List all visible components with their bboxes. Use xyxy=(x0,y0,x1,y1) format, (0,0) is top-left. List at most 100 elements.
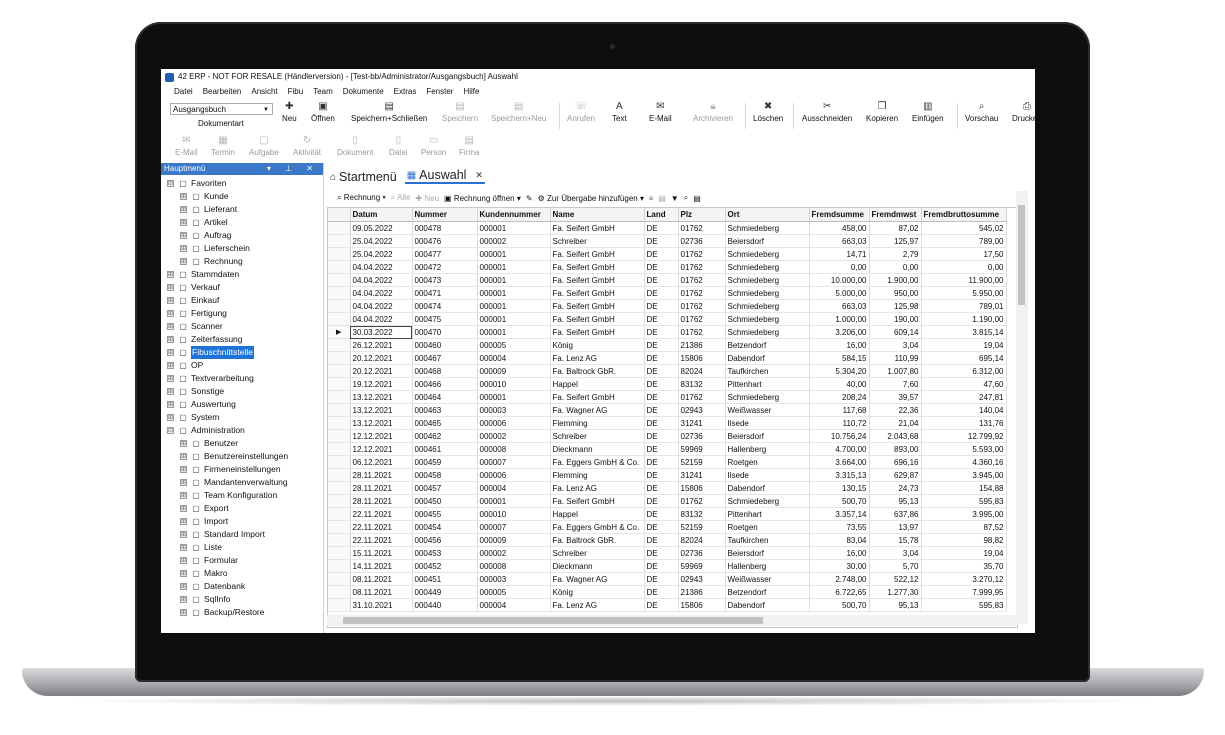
table-cell[interactable]: Fa. Seifert GmbH xyxy=(550,247,645,261)
row-indicator[interactable] xyxy=(328,585,351,599)
table-cell[interactable]: DE xyxy=(644,221,679,235)
table-cell[interactable]: Schmiedeberg xyxy=(725,299,810,313)
table-cell[interactable]: 2,79 xyxy=(869,247,922,261)
table-cell[interactable]: 0,00 xyxy=(921,260,1007,274)
expander-icon[interactable]: ⊞ xyxy=(167,323,174,330)
table-cell[interactable]: DE xyxy=(644,351,679,365)
table-cell[interactable]: 6.312,00 xyxy=(921,364,1007,378)
table-row[interactable]: 25.04.2022 000476 000002 Schreiber DE 02736 Be… xyxy=(328,234,1007,248)
table-row[interactable]: 20.12.2021 000467 000004 Fa. Lenz AG DE 15806… xyxy=(328,351,1007,365)
create-person-button[interactable]: ▭ Person xyxy=(421,135,446,157)
expander-icon[interactable]: ⊞ xyxy=(180,232,187,239)
table-cell[interactable]: 000452 xyxy=(412,559,478,573)
table-cell[interactable]: DE xyxy=(644,455,679,469)
row-indicator[interactable] xyxy=(328,481,351,495)
horizontal-scrollbar[interactable] xyxy=(327,615,1016,626)
table-cell[interactable]: 98,82 xyxy=(921,533,1007,547)
tree-item[interactable]: ⊞ ▢ Auftrag xyxy=(180,229,231,242)
table-cell[interactable]: 000440 xyxy=(412,598,478,612)
table-cell[interactable]: 000451 xyxy=(412,572,478,586)
layout-icon[interactable]: ▤ xyxy=(693,194,701,203)
table-cell[interactable]: Schmiedeberg xyxy=(725,286,810,300)
table-cell[interactable]: DE xyxy=(644,481,679,495)
menu-datei[interactable]: Datei xyxy=(169,85,198,99)
table-cell[interactable]: 5,70 xyxy=(869,559,922,573)
table-cell[interactable]: Schreiber xyxy=(550,546,645,560)
table-cell[interactable]: Fa. Seifert GmbH xyxy=(550,494,645,508)
tree-item[interactable]: ⊞ ▢ Zeiterfassung xyxy=(167,333,243,346)
table-cell[interactable]: 28.11.2021 xyxy=(350,468,413,482)
table-row[interactable]: 22.11.2021 000455 000010 Happel DE 83132 Pitte… xyxy=(328,507,1007,521)
table-cell[interactable]: 000008 xyxy=(477,559,551,573)
tab-auswahl[interactable]: ▦ Auswahl ✕ xyxy=(404,168,485,184)
row-indicator[interactable] xyxy=(328,442,351,456)
row-indicator[interactable] xyxy=(328,377,351,391)
row-indicator[interactable]: ▶ xyxy=(328,325,351,339)
table-cell[interactable]: 2.043,68 xyxy=(869,429,922,443)
table-cell[interactable]: 000453 xyxy=(412,546,478,560)
table-cell[interactable]: Taufkirchen xyxy=(725,533,810,547)
table-cell[interactable]: 25.04.2022 xyxy=(350,247,413,261)
table-cell[interactable]: 950,00 xyxy=(869,286,922,300)
table-cell[interactable]: Hallenberg xyxy=(725,559,810,573)
speichern-neu-button[interactable]: ▤ Speichern+Neu xyxy=(491,101,546,123)
table-cell[interactable]: 30.03.2022 xyxy=(350,325,413,339)
table-cell[interactable]: Schreiber xyxy=(550,234,645,248)
table-row[interactable]: 09.05.2022 000478 000001 Fa. Seifert GmbH DE… xyxy=(328,221,1007,235)
table-cell[interactable]: DE xyxy=(644,429,679,443)
ausschneiden-button[interactable]: ✂ Ausschneiden xyxy=(802,101,852,123)
table-cell[interactable]: König xyxy=(550,338,645,352)
table-cell[interactable]: 0,00 xyxy=(869,260,922,274)
table-cell[interactable]: 25.04.2022 xyxy=(350,234,413,248)
table-cell[interactable]: 522,12 xyxy=(869,572,922,586)
table-cell[interactable]: 000450 xyxy=(412,494,478,508)
table-cell[interactable]: 15,78 xyxy=(869,533,922,547)
table-cell[interactable]: 08.11.2021 xyxy=(350,572,413,586)
table-cell[interactable]: Fa. Seifert GmbH xyxy=(550,260,645,274)
expander-icon[interactable]: ⊟ xyxy=(167,180,174,187)
table-cell[interactable]: Weißwasser xyxy=(725,572,810,586)
neu-button[interactable]: ✚ Neu xyxy=(282,101,297,123)
kopieren-button[interactable]: ❐ Kopieren xyxy=(866,101,898,123)
table-cell[interactable]: 22,36 xyxy=(869,403,922,417)
table-row[interactable]: 22.11.2021 000454 000007 Fa. Eggers GmbH & … xyxy=(328,520,1007,534)
table-cell[interactable]: 1.900,00 xyxy=(869,273,922,287)
table-cell[interactable]: 3.270,12 xyxy=(921,572,1007,586)
table-cell[interactable]: Fa. Seifert GmbH xyxy=(550,312,645,326)
row-indicator[interactable] xyxy=(328,494,351,508)
tree-item[interactable]: ⊞ ▢ Einkauf xyxy=(167,294,219,307)
menu-bearbeiten[interactable]: Bearbeiten xyxy=(198,85,247,99)
expander-icon[interactable]: ⊞ xyxy=(180,453,187,460)
table-cell[interactable]: 1.277,30 xyxy=(869,585,922,599)
table-cell[interactable]: 02736 xyxy=(678,429,726,443)
table-row[interactable]: 06.12.2021 000459 000007 Fa. Eggers GmbH & … xyxy=(328,455,1007,469)
table-cell[interactable]: 01762 xyxy=(678,286,726,300)
table-cell[interactable]: 7,60 xyxy=(869,377,922,391)
table-cell[interactable]: Schmiedeberg xyxy=(725,273,810,287)
table-cell[interactable]: 000008 xyxy=(477,442,551,456)
tree-item[interactable]: ⊞ ▢ Datenbank xyxy=(180,580,245,593)
table-cell[interactable]: Dabendorf xyxy=(725,481,810,495)
table-cell[interactable]: 82024 xyxy=(678,364,726,378)
table-cell[interactable]: 000449 xyxy=(412,585,478,599)
column-header[interactable]: Land xyxy=(644,208,679,222)
table-cell[interactable]: 125,97 xyxy=(869,234,922,248)
expander-icon[interactable]: ⊞ xyxy=(180,219,187,226)
table-cell[interactable]: 15.11.2021 xyxy=(350,546,413,560)
text-button[interactable]: A Text xyxy=(612,101,627,123)
table-cell[interactable]: 000006 xyxy=(477,416,551,430)
table-cell[interactable]: 83132 xyxy=(678,507,726,521)
table-cell[interactable]: 000468 xyxy=(412,364,478,378)
table-cell[interactable]: 458,00 xyxy=(809,221,870,235)
table-cell[interactable]: Happel xyxy=(550,377,645,391)
table-cell[interactable]: 13,97 xyxy=(869,520,922,534)
row-indicator[interactable] xyxy=(328,312,351,326)
table-row[interactable]: 14.11.2021 000452 000008 Dieckmann DE 59969 Ha… xyxy=(328,559,1007,573)
speichern-button[interactable]: ▤ Speichern xyxy=(442,101,478,123)
table-cell[interactable]: 117,68 xyxy=(809,403,870,417)
expander-icon[interactable]: ⊞ xyxy=(167,414,174,421)
grid-neu-button[interactable]: ✚ Neu xyxy=(415,194,439,203)
table-cell[interactable]: Fa. Seifert GmbH xyxy=(550,273,645,287)
table-cell[interactable]: 3.945,00 xyxy=(921,468,1007,482)
table-cell[interactable]: 15806 xyxy=(678,598,726,612)
